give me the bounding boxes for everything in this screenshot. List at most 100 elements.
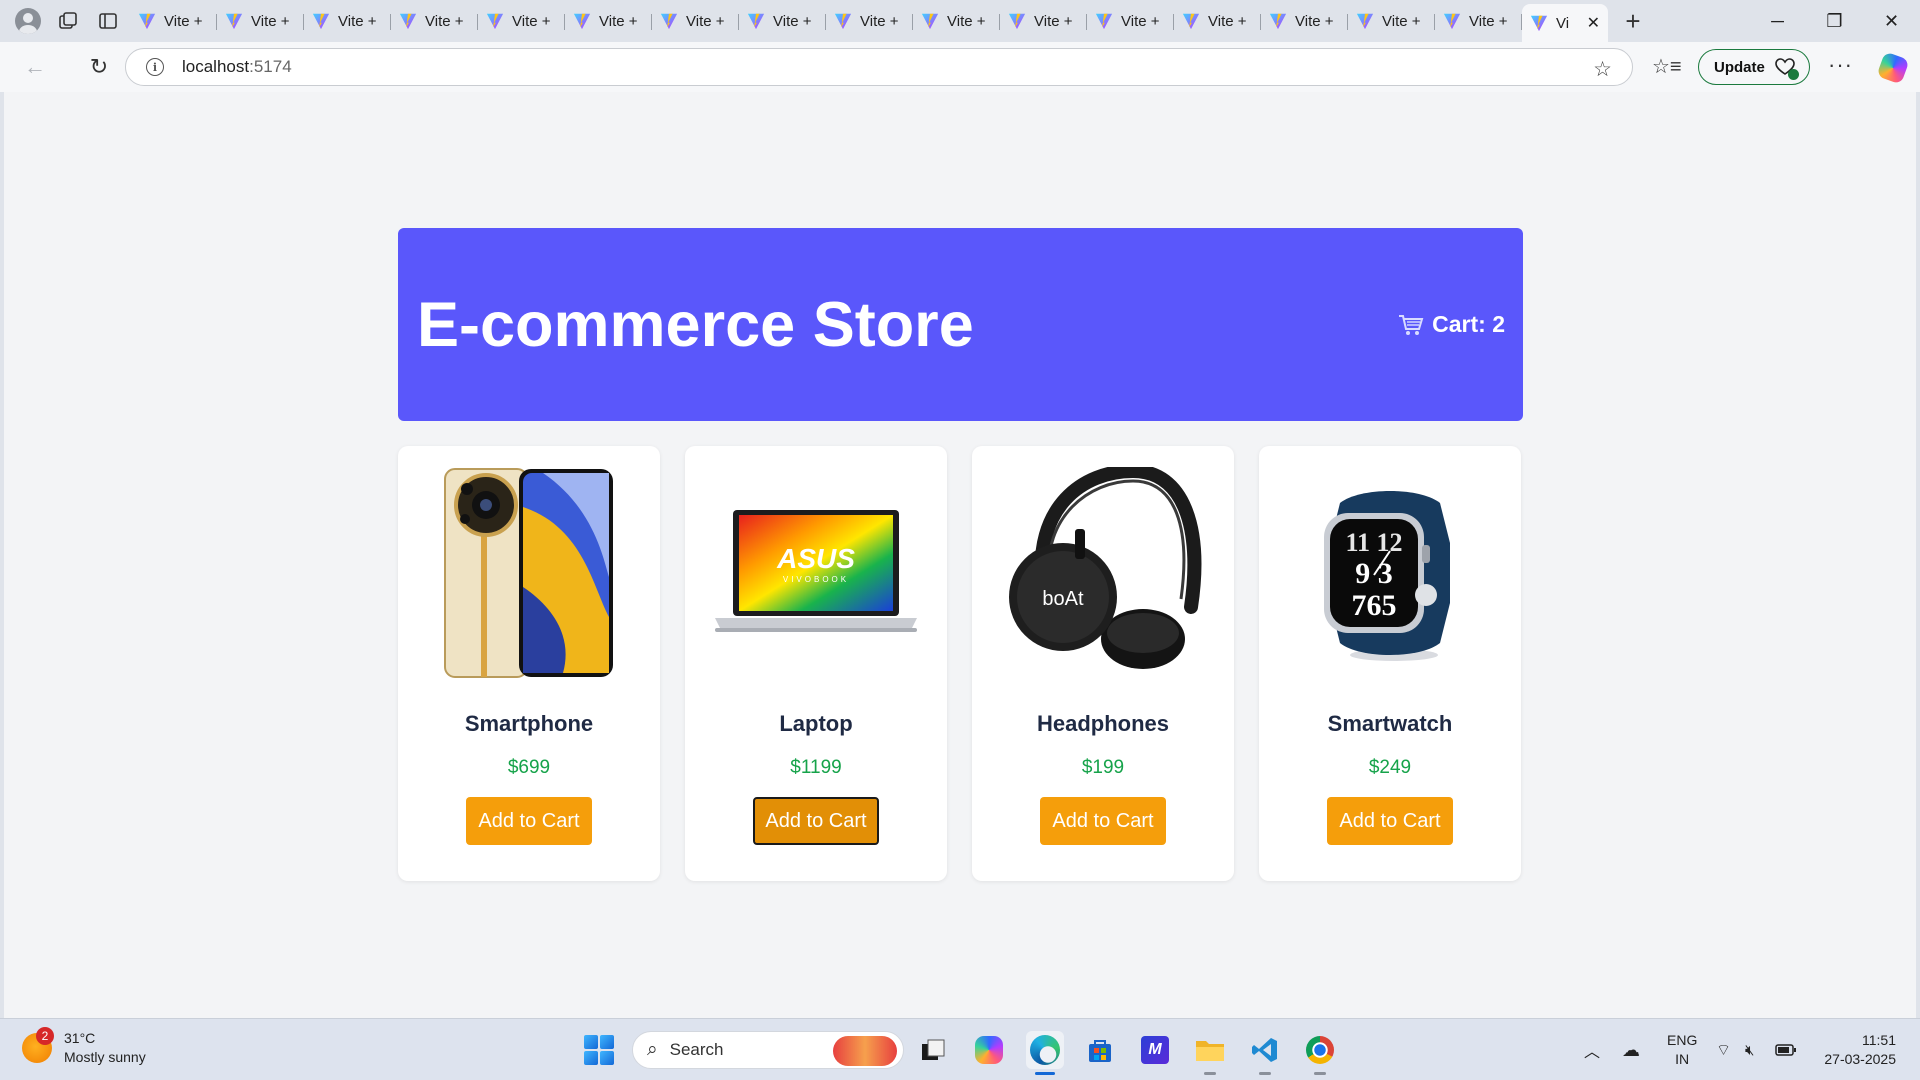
product-name: Headphones — [1036, 711, 1170, 736]
taskbar-search[interactable]: ⌕ Search — [632, 1031, 904, 1069]
search-highlight-icon — [833, 1036, 897, 1066]
vite-logo-icon — [1095, 13, 1113, 30]
headphones-image: boAt — [988, 458, 1218, 688]
tab-item[interactable]: Vite + — [1435, 6, 1522, 36]
favorites-icon[interactable]: ☆≡ — [1652, 54, 1682, 79]
favorite-star-icon[interactable]: ☆ — [1593, 57, 1612, 82]
sun-icon: 2 — [22, 1027, 54, 1063]
vite-logo-icon — [1182, 13, 1200, 30]
app-taskbar-button[interactable]: M — [1136, 1031, 1174, 1069]
site-info-icon[interactable]: i — [146, 58, 164, 76]
window-controls: ─ ❐ ✕ — [1749, 0, 1920, 42]
profile-avatar-icon — [15, 8, 41, 34]
tab-label: Vite + — [1034, 12, 1073, 30]
tab-item[interactable]: Vite + — [565, 6, 652, 36]
show-hidden-icons-button[interactable]: ︿ — [1584, 1019, 1600, 1080]
workspaces-button[interactable] — [48, 0, 88, 42]
page-viewport: E-commerce Store Cart: 2 Smartphone $699… — [4, 92, 1916, 1018]
tab-item[interactable]: Vite + — [652, 6, 739, 36]
product-price: $199 — [1081, 757, 1125, 778]
reload-button[interactable]: ↻ — [74, 42, 124, 92]
tab-item[interactable]: Vite + — [217, 6, 304, 36]
product-price: $249 — [1368, 757, 1412, 778]
product-name: Laptop — [779, 711, 853, 736]
tab-active[interactable]: Vi ✕ — [1522, 4, 1608, 42]
product-name: Smartphone — [464, 711, 594, 736]
laptop-sub-text: VIVOBOOK — [783, 575, 849, 584]
vertical-tabs-button[interactable] — [88, 0, 128, 42]
vite-logo-icon — [1008, 13, 1026, 30]
cloud-status-icon: ☁ — [1622, 1039, 1640, 1060]
browser-tab-strip: Vite + Vite + Vite + Vite + Vite + Vite + Vite… — [0, 0, 1920, 42]
network-tray[interactable]: ⌔ — [1716, 1019, 1731, 1080]
task-view-icon — [922, 1039, 945, 1060]
close-tab-icon[interactable]: ✕ — [1587, 13, 1600, 33]
temperature: 31°C — [64, 1030, 96, 1046]
tab-item[interactable]: Vite + — [1000, 6, 1087, 36]
file-explorer-button[interactable] — [1191, 1031, 1229, 1075]
language-indicator[interactable]: ENG IN — [1667, 1031, 1697, 1069]
store-taskbar-button[interactable] — [1081, 1031, 1119, 1069]
page-title: E-commerce Store — [417, 289, 974, 360]
tab-item[interactable]: Vite + — [913, 6, 1000, 36]
add-to-cart-button[interactable]: Add to Cart — [1327, 797, 1453, 845]
chevron-up-icon: ︿ — [1584, 1044, 1601, 1061]
tab-item[interactable]: Vite + — [391, 6, 478, 36]
weather-condition: Mostly sunny — [64, 1049, 146, 1065]
tab-label: Vite + — [425, 12, 464, 30]
tab-item[interactable]: Vite + — [1261, 6, 1348, 36]
tab-label: Vite + — [338, 12, 377, 30]
vite-logo-icon — [1443, 13, 1461, 30]
reload-icon: ↻ — [89, 54, 109, 79]
product-price: $1199 — [790, 757, 842, 778]
vscode-icon — [1252, 1038, 1277, 1062]
svg-text:11 12: 11 12 — [1345, 528, 1402, 557]
profile-button[interactable] — [8, 0, 48, 42]
edge-taskbar-button[interactable] — [1026, 1031, 1064, 1075]
onedrive-tray[interactable]: ☁ — [1622, 1019, 1640, 1080]
vite-logo-icon — [747, 13, 765, 30]
restore-button[interactable]: ❐ — [1806, 0, 1863, 42]
tab-item[interactable]: Vite + — [1348, 6, 1435, 36]
battery-tray[interactable] — [1775, 1019, 1797, 1080]
vite-logo-icon — [1356, 13, 1374, 30]
weather-widget[interactable]: 2 31°C Mostly sunny — [22, 1027, 146, 1067]
tab-item[interactable]: Vite + — [478, 6, 565, 36]
heart-update-icon — [1775, 58, 1799, 80]
start-button[interactable] — [584, 1035, 614, 1065]
tab-item[interactable]: Vite + — [1174, 6, 1261, 36]
volume-tray[interactable]: 🔇︎ — [1745, 1019, 1754, 1080]
copilot-app-icon — [975, 1036, 1003, 1064]
new-tab-button[interactable]: + — [1608, 0, 1658, 42]
add-to-cart-button[interactable]: Add to Cart — [1040, 797, 1166, 845]
clock[interactable]: 11:51 27-03-2025 — [1816, 1031, 1896, 1069]
tab-item[interactable]: Vite + — [1087, 6, 1174, 36]
add-to-cart-button[interactable]: Add to Cart — [466, 797, 592, 845]
taskbar: 2 31°C Mostly sunny ⌕ Search M ︿ ☁ ENG I… — [0, 1018, 1920, 1080]
date: 27-03-2025 — [1824, 1051, 1896, 1067]
tab-label: Vite + — [1295, 12, 1334, 30]
back-button[interactable]: ← — [10, 42, 60, 92]
task-view-button[interactable] — [914, 1031, 952, 1069]
copilot-icon[interactable] — [1876, 51, 1910, 85]
vscode-taskbar-button[interactable] — [1246, 1031, 1284, 1075]
tab-item[interactable]: Vite + — [739, 6, 826, 36]
update-label: Update — [1714, 58, 1765, 76]
vite-logo-icon — [1269, 13, 1287, 30]
vite-logo-icon — [1530, 15, 1548, 32]
minimize-button[interactable]: ─ — [1749, 0, 1806, 42]
more-options-icon[interactable]: ··· — [1828, 52, 1853, 78]
tab-item[interactable]: Vite + — [826, 6, 913, 36]
address-bar[interactable]: i localhost:5174 ☆ — [125, 48, 1633, 86]
chrome-taskbar-button[interactable] — [1301, 1031, 1339, 1075]
tab-item[interactable]: Vite + — [130, 6, 217, 36]
add-to-cart-button[interactable]: Add to Cart — [753, 797, 879, 845]
back-arrow-icon: ← — [24, 54, 46, 79]
update-button[interactable]: Update — [1698, 49, 1810, 85]
copilot-taskbar-button[interactable] — [970, 1031, 1008, 1069]
close-window-button[interactable]: ✕ — [1863, 0, 1920, 42]
tab-item[interactable]: Vite + — [304, 6, 391, 36]
product-grid: Smartphone $699 Add to Cart ASUS VIVOBOO… — [398, 446, 1523, 881]
tab-label: Vite + — [947, 12, 986, 30]
store-header: E-commerce Store Cart: 2 — [398, 228, 1523, 421]
